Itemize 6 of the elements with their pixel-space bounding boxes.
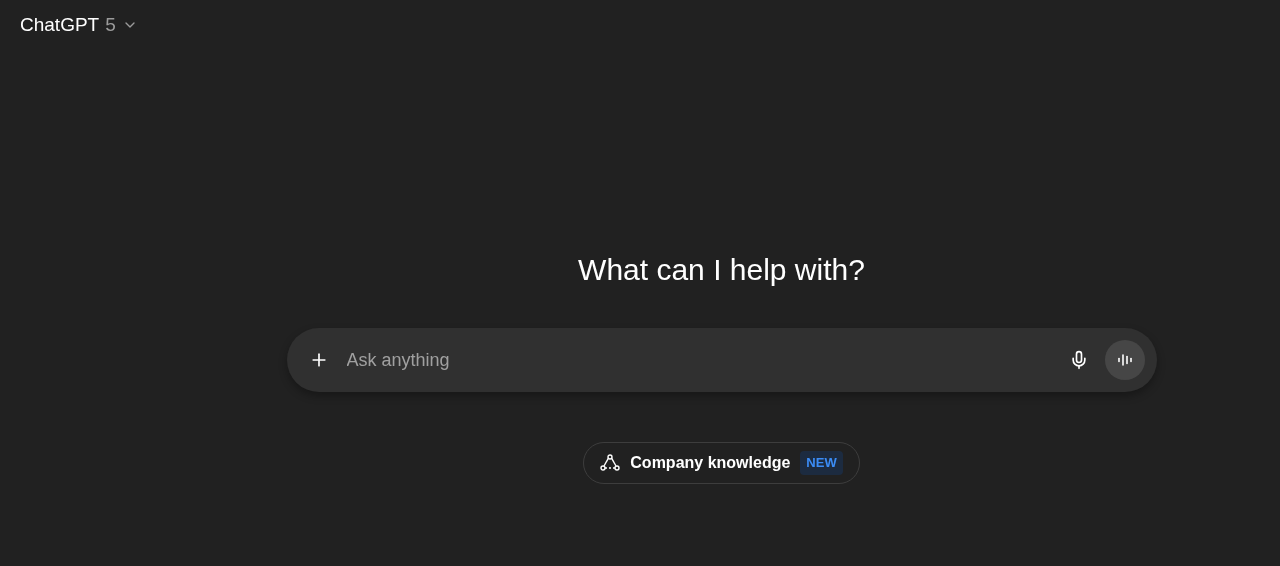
prompt-input[interactable]: Ask anything bbox=[286, 328, 1157, 392]
waveform-icon bbox=[1116, 352, 1133, 368]
heading: What can I help with? bbox=[578, 252, 865, 288]
new-badge: NEW bbox=[800, 451, 843, 475]
model-selector[interactable]: ChatGPT 5 bbox=[20, 10, 138, 40]
connected-nodes-icon bbox=[600, 454, 621, 472]
